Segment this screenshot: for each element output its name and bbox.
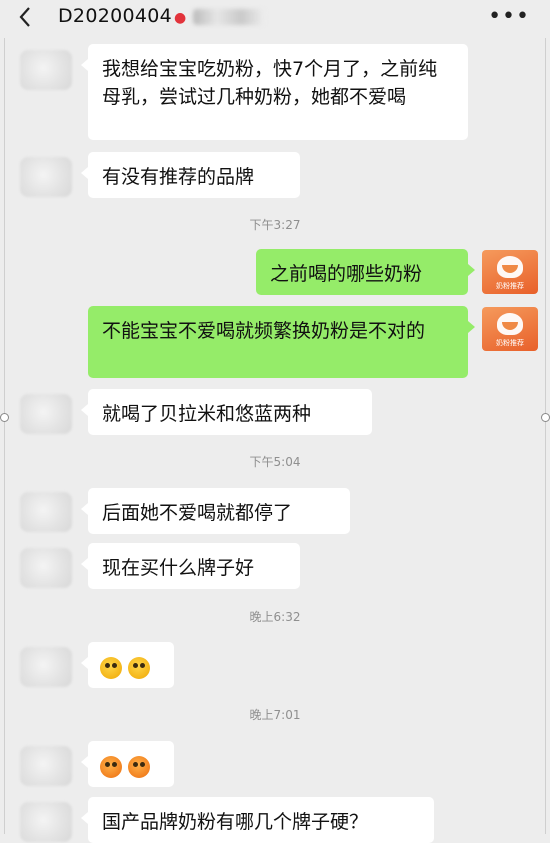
message-bubble[interactable]: 有没有推荐的品牌 (81, 152, 300, 198)
contact-avatar[interactable] (20, 50, 72, 90)
emoji-message-bubble[interactable] (81, 642, 174, 688)
message-bubble[interactable]: 我想给宝宝吃奶粉，快7个月了，之前纯母乳，尝试过几种奶粉，她都不爱喝 (81, 44, 468, 140)
message-bubble[interactable]: 现在买什么牌子好 (81, 543, 300, 589)
contact-avatar[interactable] (20, 647, 72, 687)
message-text: 有没有推荐的品牌 (102, 166, 255, 188)
timestamp: 晚上7:01 (249, 708, 301, 722)
contact-avatar[interactable] (20, 492, 72, 532)
timestamp: 下午3:27 (249, 218, 301, 232)
timestamp: 晚上6:32 (249, 610, 301, 624)
app-avatar-caption: 奶粉推荐 (496, 339, 524, 347)
app-avatar-caption: 奶粉推荐 (496, 282, 524, 290)
doge-emoji (128, 656, 150, 679)
contact-avatar[interactable] (20, 548, 72, 588)
chat-title-text: D20200404 (58, 5, 173, 27)
cup-icon (497, 313, 523, 335)
app-avatar[interactable]: 奶粉推荐 (482, 307, 538, 351)
blurred-name (192, 8, 265, 25)
message-bubble-sent[interactable]: 不能宝宝不爱喝就频繁换奶粉是不对的 (88, 306, 475, 378)
message-text: 我想给宝宝吃奶粉，快7个月了，之前纯母乳，尝试过几种奶粉，她都不爱喝 (102, 58, 438, 108)
message-text: 不能宝宝不爱喝就频繁换奶粉是不对的 (102, 320, 426, 342)
contact-avatar[interactable] (20, 157, 72, 197)
app-avatar[interactable]: 奶粉推荐 (482, 250, 538, 294)
shocked-emoji (100, 755, 122, 778)
message-bubble[interactable]: 国产品牌奶粉有哪几个牌子硬？ (81, 797, 434, 843)
message-text: 后面她不爱喝就都停了 (102, 502, 293, 524)
message-bubble[interactable]: 后面她不爱喝就都停了 (81, 488, 350, 534)
contact-avatar[interactable] (20, 802, 72, 842)
doge-emoji (100, 656, 122, 679)
contact-avatar[interactable] (20, 394, 72, 434)
chat-title: D20200404 ● (58, 5, 265, 27)
message-bubble-sent[interactable]: 之前喝的哪些奶粉 (256, 249, 475, 295)
message-text: 国产品牌奶粉有哪几个牌子硬？ (102, 811, 369, 833)
message-bubble[interactable]: 就喝了贝拉米和悠蓝两种 (81, 389, 372, 435)
timestamp: 下午5:04 (249, 455, 301, 469)
chat-header: D20200404 ● ••• (0, 0, 550, 38)
resize-handle-right[interactable] (541, 413, 550, 422)
chevron-left-icon[interactable] (18, 6, 40, 30)
balloon-icon: ● (174, 10, 187, 26)
emoji-message-bubble[interactable] (81, 741, 174, 787)
resize-handle-left[interactable] (0, 413, 9, 422)
cup-icon (497, 256, 523, 278)
message-text: 之前喝的哪些奶粉 (270, 263, 423, 285)
message-text: 就喝了贝拉米和悠蓝两种 (102, 403, 312, 425)
shocked-emoji (128, 755, 150, 778)
more-dots-icon[interactable]: ••• (488, 4, 530, 29)
message-text: 现在买什么牌子好 (102, 557, 255, 579)
contact-avatar[interactable] (20, 746, 72, 786)
